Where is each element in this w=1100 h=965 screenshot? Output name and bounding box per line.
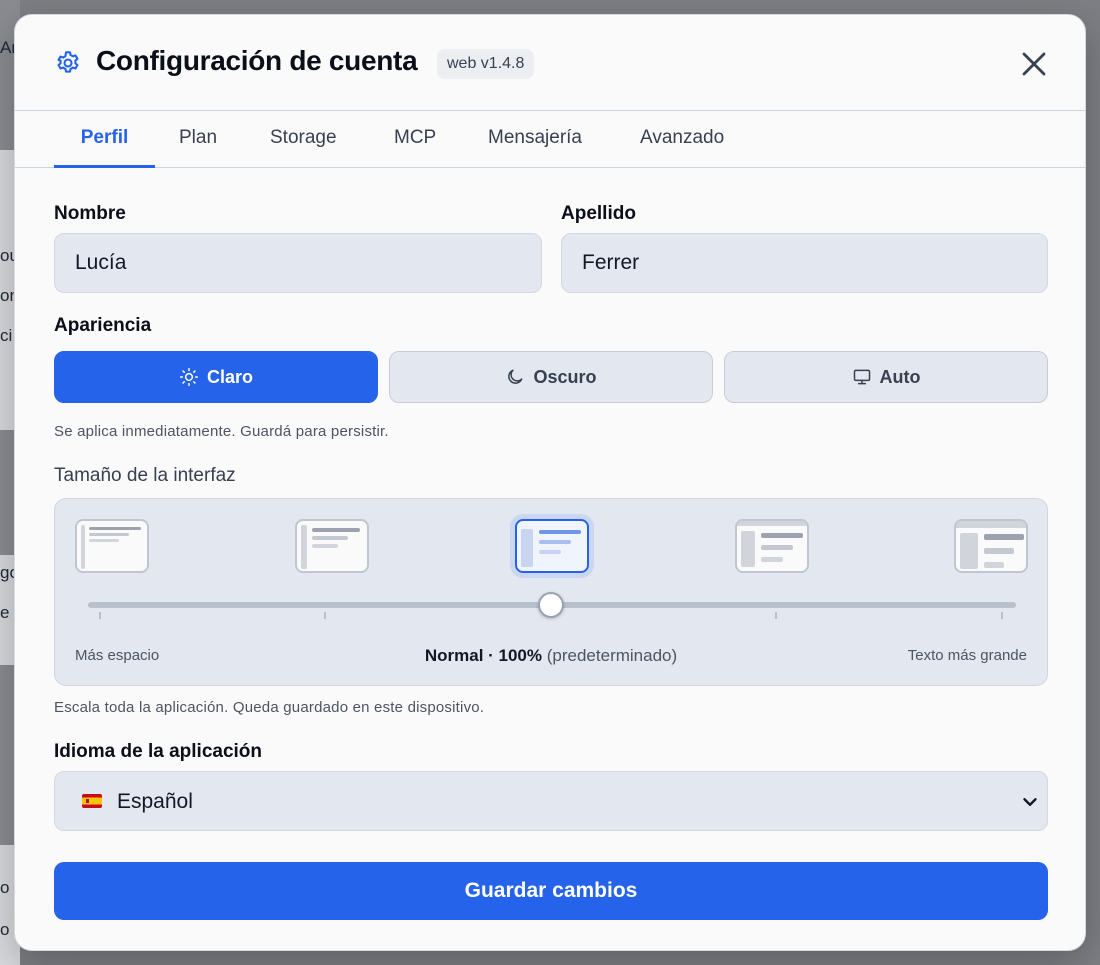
language-selected: Español	[117, 790, 193, 813]
tab-mcp[interactable]: MCP	[394, 111, 436, 168]
size-preset-compact[interactable]	[75, 519, 149, 573]
tab-avanzado[interactable]: Avanzado	[640, 111, 724, 168]
language-label: Idioma de la aplicación	[54, 741, 263, 762]
scale-current-value: Normal · 100% (predeterminado)	[55, 646, 1047, 666]
size-preset-small[interactable]	[295, 519, 369, 573]
theme-light-label: Claro	[206, 366, 253, 387]
first-name-label: Nombre	[54, 203, 126, 224]
scale-current-suffix: (predeterminado)	[546, 646, 678, 665]
background-text: e	[0, 603, 10, 622]
background-text: ci	[0, 326, 13, 345]
theme-auto-button[interactable]: Auto	[724, 351, 1048, 403]
account-settings-dialog: Configuración de cuenta web v1.4.8 Perfi…	[14, 14, 1086, 951]
version-badge: web v1.4.8	[437, 49, 535, 79]
theme-dark-label: Oscuro	[533, 366, 597, 387]
dialog-title: Configuración de cuenta	[96, 45, 418, 76]
size-slider-thumb[interactable]	[538, 592, 564, 618]
settings-tabs: Perfil Plan Storage MCP Mensajería Avanz…	[15, 111, 1085, 168]
moon-icon	[508, 369, 523, 384]
save-button[interactable]: Guardar cambios	[54, 862, 1048, 920]
tab-mensajeria[interactable]: Mensajería	[488, 111, 582, 168]
last-name-field[interactable]: Ferrer	[561, 233, 1048, 293]
first-name-field[interactable]: Lucía	[54, 233, 542, 293]
interface-size-control: Más espacio Normal · 100% (predeterminad…	[54, 498, 1048, 686]
appearance-hint: Se aplica inmediatamente. Guardá para pe…	[54, 423, 389, 440]
size-preset-large[interactable]	[735, 519, 809, 573]
language-select[interactable]: Español	[54, 771, 1048, 831]
size-preset-normal[interactable]	[515, 519, 589, 573]
last-name-label: Apellido	[561, 203, 636, 224]
dialog-header: Configuración de cuenta web v1.4.8	[15, 15, 1085, 111]
sun-icon	[179, 367, 199, 387]
appearance-label: Apariencia	[54, 315, 152, 336]
gear-icon	[57, 51, 79, 73]
slider-tick	[1001, 612, 1003, 619]
theme-auto-label: Auto	[879, 366, 921, 387]
theme-dark-button[interactable]: Oscuro	[389, 351, 713, 403]
interface-size-hint: Escala toda la aplicación. Queda guardad…	[54, 699, 485, 716]
interface-size-label: Tamaño de la interfaz	[54, 465, 236, 486]
monitor-icon	[853, 369, 870, 385]
scale-current-name: Normal · 100%	[424, 646, 543, 665]
theme-light-button[interactable]: Claro	[54, 351, 378, 403]
slider-tick	[775, 612, 777, 619]
tab-perfil[interactable]: Perfil	[54, 111, 155, 168]
tab-plan[interactable]: Plan	[179, 111, 217, 168]
slider-tick	[324, 612, 326, 619]
background-text: o	[0, 878, 10, 897]
spain-flag-icon	[82, 794, 102, 808]
tab-storage[interactable]: Storage	[270, 111, 337, 168]
size-preset-xlarge[interactable]	[954, 519, 1028, 573]
background-text: o	[0, 920, 10, 939]
slider-tick	[99, 612, 101, 619]
chevron-down-icon	[1023, 798, 1037, 806]
close-icon[interactable]	[1019, 49, 1049, 79]
scale-max-label: Texto más grande	[907, 647, 1027, 664]
